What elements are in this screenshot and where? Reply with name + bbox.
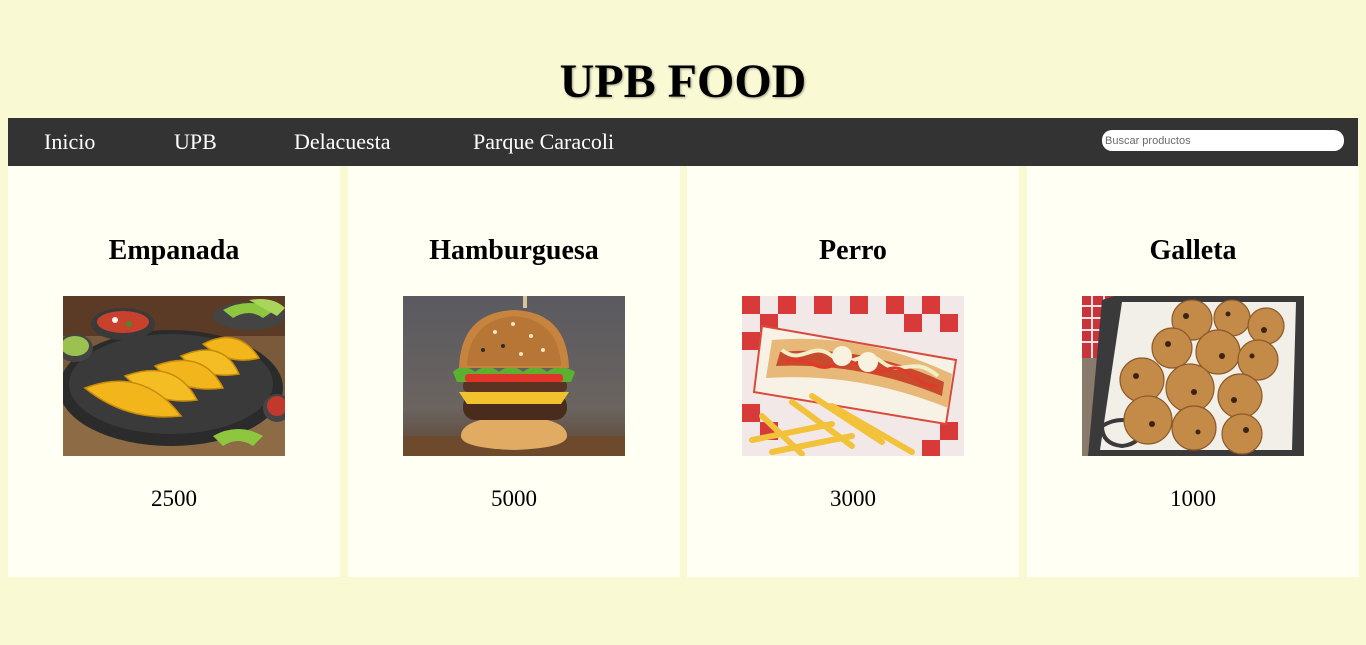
cookies-tray-image <box>1082 296 1304 456</box>
product-name: Galleta <box>1149 235 1237 266</box>
nav-link-inicio[interactable]: Inicio <box>44 118 95 166</box>
product-name: Perro <box>819 235 887 266</box>
navbar: Inicio UPB Delacuesta Parque Caracoli <box>8 118 1358 166</box>
product-card-empanada: Empanada 2500 <box>8 166 340 577</box>
products-grid: Empanada 2500 Hamburguesa 5000 Perro 300… <box>8 166 1359 577</box>
hotdog-fries-image <box>742 296 964 456</box>
hamburger-image <box>403 296 625 456</box>
product-name: Empanada <box>108 235 240 266</box>
search-input[interactable] <box>1102 130 1344 151</box>
product-name: Hamburguesa <box>429 235 599 266</box>
site-title: UPB FOOD <box>559 55 807 108</box>
product-card-perro: Perro 3000 <box>687 166 1019 577</box>
product-price: 3000 <box>830 486 876 511</box>
product-card-hamburguesa: Hamburguesa 5000 <box>348 166 680 577</box>
product-price: 2500 <box>151 486 197 511</box>
nav-link-upb[interactable]: UPB <box>174 118 217 166</box>
product-card-galleta: Galleta 1000 <box>1027 166 1359 577</box>
nav-link-parque-caracoli[interactable]: Parque Caracoli <box>473 118 614 166</box>
product-price: 5000 <box>491 486 537 511</box>
nav-link-delacuesta[interactable]: Delacuesta <box>294 118 391 166</box>
empanadas-plate-image <box>63 296 285 456</box>
product-price: 1000 <box>1170 486 1216 511</box>
